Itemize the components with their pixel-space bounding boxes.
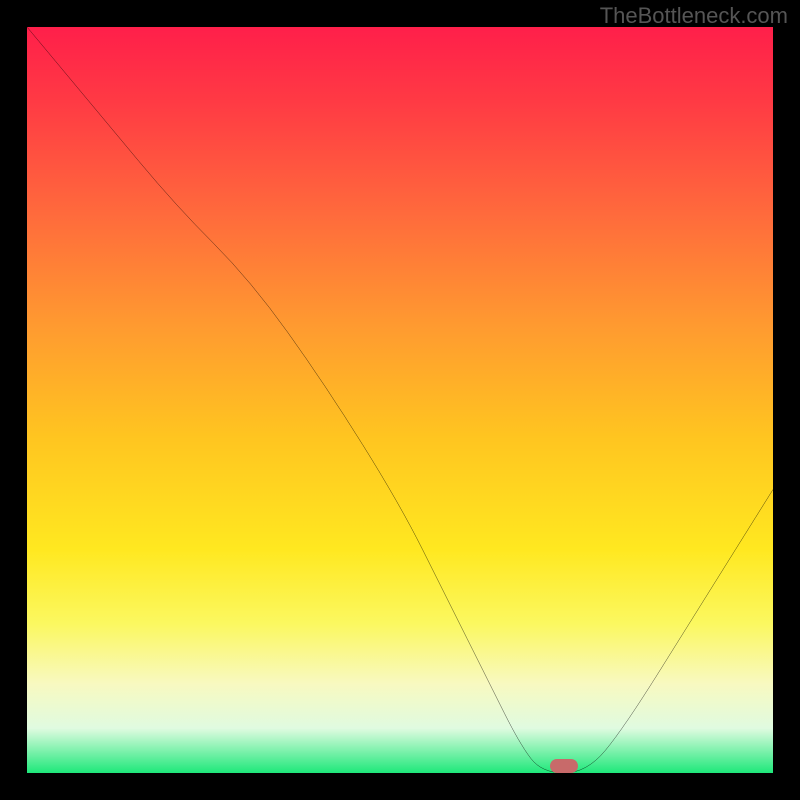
bottleneck-curve-path — [27, 27, 773, 773]
bottleneck-curve-svg — [27, 27, 773, 773]
optimum-marker — [550, 759, 578, 773]
watermark-text: TheBottleneck.com — [600, 3, 788, 29]
